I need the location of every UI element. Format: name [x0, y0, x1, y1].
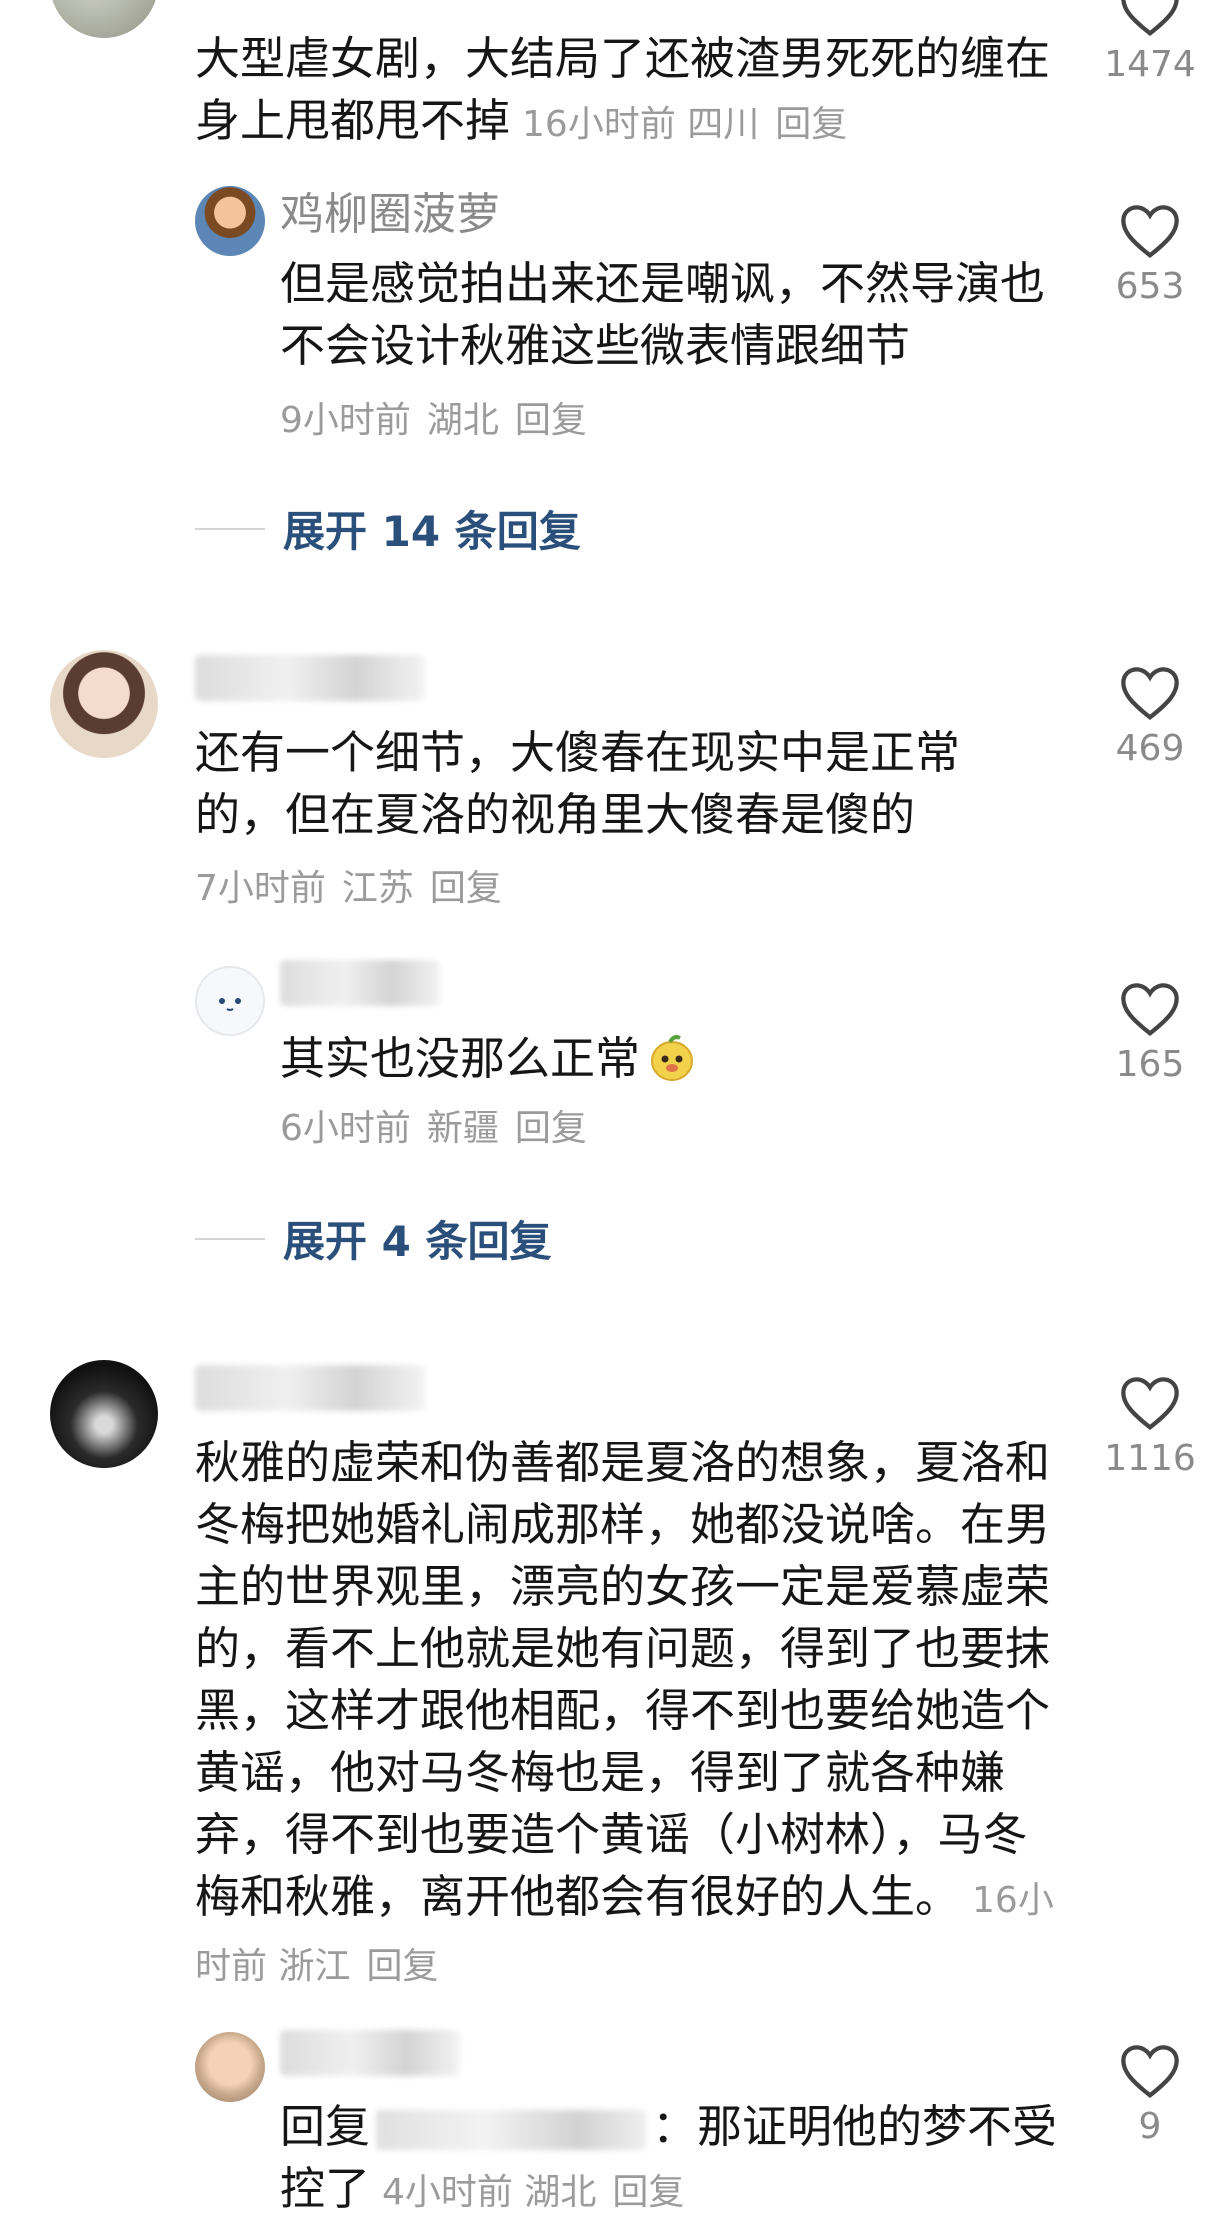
avatar[interactable] — [195, 2032, 265, 2102]
username-redacted — [280, 960, 440, 1006]
username-redacted — [195, 1365, 425, 1411]
like-button[interactable]: 1474 — [1095, 0, 1205, 88]
avatar[interactable] — [50, 1360, 158, 1468]
like-button[interactable]: 1116 — [1095, 1372, 1205, 1482]
reply-button[interactable]: 回复 — [515, 400, 587, 441]
reply-meta: 4小时前 湖北 回复 — [382, 2172, 685, 2213]
heart-icon — [1121, 2045, 1179, 2099]
reply-button[interactable]: 回复 — [775, 104, 847, 145]
like-count: 1116 — [1104, 1438, 1196, 1479]
username-redacted — [195, 655, 425, 701]
avatar[interactable] — [195, 966, 265, 1036]
like-button[interactable]: 653 — [1095, 200, 1205, 310]
heart-icon — [1121, 667, 1179, 721]
comment-meta: 7小时前 江苏 回复 — [195, 868, 502, 909]
like-button[interactable]: 469 — [1095, 662, 1205, 772]
expand-replies[interactable]: 展开 4 条回复 — [195, 1208, 551, 1269]
like-count: 9 — [1138, 2106, 1162, 2147]
like-button[interactable]: 165 — [1095, 978, 1205, 1088]
reply-button[interactable]: 回复 — [366, 1946, 438, 1987]
reply-text: 回复 ：那证明他的梦不受控了 4小时前 湖北 回复 — [280, 2100, 1058, 2215]
heart-icon — [1121, 1377, 1179, 1431]
avatar[interactable] — [50, 0, 158, 38]
reply-text: 但是感觉拍出来还是嘲讽，不然导演也不会设计秋雅这些微表情跟细节 — [280, 257, 1046, 372]
reply-text: 其实也没那么正常 — [280, 1028, 1060, 1090]
expand-replies[interactable]: 展开 14 条回复 — [195, 498, 581, 559]
like-button[interactable]: 9 — [1095, 2040, 1205, 2150]
comment-text: 秋雅的虚荣和伪善都是夏洛的想象，夏洛和冬梅把她婚礼闹成那样，她都没说啥。在男主的… — [195, 1436, 1054, 1987]
heart-icon — [1121, 0, 1179, 37]
divider — [195, 527, 265, 530]
comment-meta: 16小时前 四川 回复 — [522, 104, 848, 145]
face-icon — [219, 998, 241, 1011]
comment-text: 还有一个细节，大傻春在现实中是正常的，但在夏洛的视角里大傻春是傻的 — [195, 726, 961, 841]
username-redacted — [280, 2030, 460, 2076]
reply-meta: 9小时前 湖北 回复 — [280, 400, 587, 441]
emoji-icon — [651, 1035, 694, 1081]
comment-text: 大型虐女剧，大结局了还被渣男死死的缠在身上甩都甩不掉 16小时前 四川 回复 — [195, 32, 1051, 147]
mention-redacted — [376, 2110, 647, 2150]
heart-icon — [1121, 983, 1179, 1037]
heart-icon — [1121, 205, 1179, 259]
avatar[interactable] — [195, 186, 265, 256]
like-count: 1474 — [1104, 44, 1196, 85]
like-count: 469 — [1115, 728, 1185, 769]
reply-button[interactable]: 回复 — [430, 868, 502, 909]
avatar[interactable] — [50, 650, 158, 758]
like-count: 653 — [1115, 266, 1185, 307]
divider — [195, 1237, 265, 1240]
username[interactable]: 鸡柳圈菠萝 — [280, 185, 500, 245]
reply-button[interactable]: 回复 — [515, 1108, 587, 1149]
like-count: 165 — [1115, 1044, 1185, 1085]
reply-button[interactable]: 回复 — [612, 2172, 684, 2213]
reply-meta: 6小时前 新疆 回复 — [280, 1108, 587, 1149]
